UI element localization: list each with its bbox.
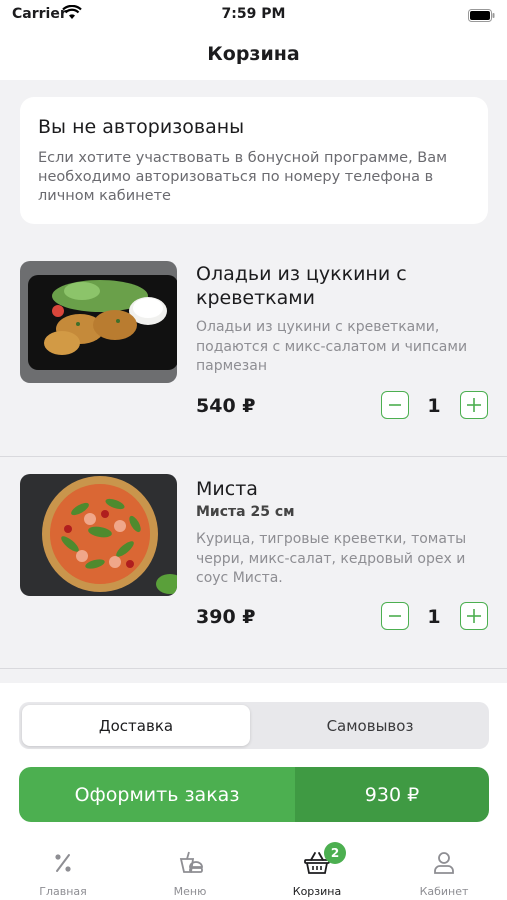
delivery-type-selector: Доставка Самовывоз xyxy=(19,702,489,749)
increase-quantity-button[interactable] xyxy=(460,602,488,630)
item-name: Оладьи из цуккини с креветками xyxy=(196,263,407,309)
auth-notice-title: Вы не авторизованы xyxy=(38,116,245,138)
tab-label: Главная xyxy=(39,885,87,898)
delivery-option[interactable]: Доставка xyxy=(22,705,250,746)
item-name: Миста xyxy=(196,478,258,500)
auth-notice-card: Вы не авторизованы Если хотите участвова… xyxy=(20,97,488,224)
divider xyxy=(0,456,507,457)
clock: 7:59 PM xyxy=(221,6,286,22)
item-description: Курица, тигровые креветки, томаты черри,… xyxy=(196,531,467,586)
item-price: 390 ₽ xyxy=(196,606,256,628)
tab-label: Меню xyxy=(173,885,207,898)
divider xyxy=(0,668,507,669)
item-description: Оладьи из цукини с креветками, подаются … xyxy=(196,319,468,374)
item-photo xyxy=(20,474,177,596)
tab-cart[interactable]: 2 Корзина xyxy=(254,842,380,900)
page-title: Корзина xyxy=(207,43,300,65)
item-quantity: 1 xyxy=(427,395,441,417)
tab-account[interactable]: Кабинет xyxy=(381,845,507,900)
tab-menu[interactable]: Меню xyxy=(127,845,253,900)
navigation-bar: Корзина xyxy=(0,30,507,80)
checkout-button[interactable]: Оформить заказ 930 ₽ xyxy=(19,767,489,822)
decrease-quantity-button[interactable] xyxy=(381,391,409,419)
tab-label: Корзина xyxy=(292,885,342,898)
battery-icon xyxy=(468,7,495,26)
user-icon xyxy=(430,850,458,876)
percent-icon xyxy=(49,850,77,876)
pickup-option[interactable]: Самовывоз xyxy=(254,705,486,746)
auth-notice-text: Если хотите участвовать в бонусной прогр… xyxy=(38,150,448,204)
item-size: Миста 25 см xyxy=(196,504,295,520)
item-price: 540 ₽ xyxy=(196,395,256,417)
menu-food-icon xyxy=(176,850,204,876)
plus-icon xyxy=(467,609,481,623)
status-bar: Carrier 7:59 PM xyxy=(0,0,507,30)
increase-quantity-button[interactable] xyxy=(460,391,488,419)
cart-item: Оладьи из цуккини с креветками Оладьи из… xyxy=(0,250,507,455)
item-quantity: 1 xyxy=(427,606,441,628)
tab-label: Кабинет xyxy=(419,885,469,898)
cart-count-badge: 2 xyxy=(324,842,346,864)
cart-item: Миста Миста 25 см Курица, тигровые креве… xyxy=(0,462,507,667)
minus-icon xyxy=(389,404,401,406)
tab-home[interactable]: Главная xyxy=(0,845,126,900)
item-photo xyxy=(20,261,177,383)
plus-icon xyxy=(467,398,481,412)
minus-icon xyxy=(389,615,401,617)
checkout-label: Оформить заказ xyxy=(19,767,295,822)
decrease-quantity-button[interactable] xyxy=(381,602,409,630)
checkout-total: 930 ₽ xyxy=(295,767,489,822)
